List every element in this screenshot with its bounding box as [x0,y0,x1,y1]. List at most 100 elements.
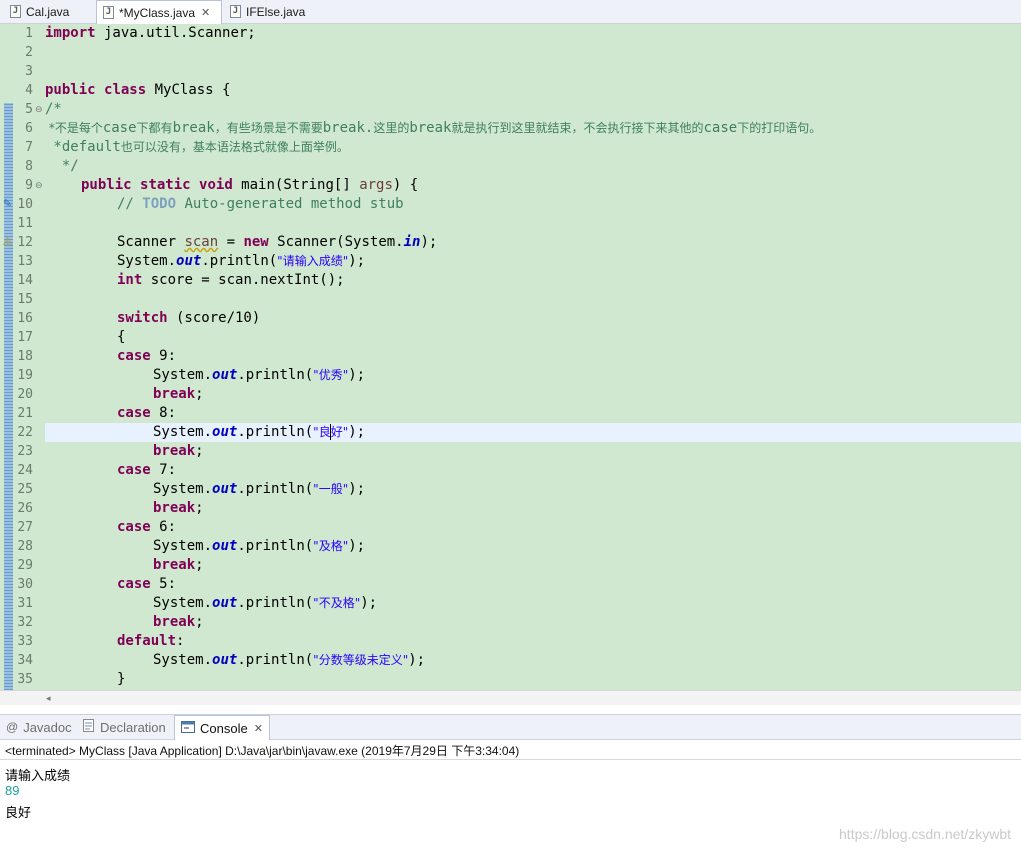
code-line: System.out.println("优秀"); [153,367,366,383]
code-editor[interactable]: ✎ ⚠ 1 2 3 4 5 6 7 8 9 10 11 12 13 14 15 … [0,24,1021,690]
horizontal-scrollbar[interactable]: ◂ [0,690,1021,705]
fold-range-bar [4,103,13,690]
java-file-icon: J [10,5,21,18]
line-number: 24 [17,463,33,478]
code-line: System.out.println("及格"); [153,538,366,554]
line-number: 34 [17,653,33,668]
java-file-icon: J [103,6,114,19]
code-line: } [117,671,126,687]
tab-declaration[interactable]: Declaration [82,715,166,739]
code-line: *不是每个case下都有break，有些场景是不需要break.这里的break… [45,120,822,136]
line-number: 23 [17,444,33,459]
code-line: break; [153,386,204,402]
console-icon [181,720,195,736]
console-divider [0,759,1021,760]
fold-toggle-icon[interactable]: ⊖ [35,100,43,119]
line-number: 19 [17,368,33,383]
tab-javadoc[interactable]: @ Javadoc [6,715,72,739]
line-number: 25 [17,482,33,497]
code-line: public static void main(String[] args) { [81,177,419,193]
line-number: 17 [17,330,33,345]
line-number: 11 [17,216,33,231]
tab-myclass-java[interactable]: J *MyClass.java ✕ [96,0,222,24]
line-number: 6 [25,121,33,136]
bottom-view-tabs: @ Javadoc Declaration Console ✕ [0,714,1021,740]
code-line: /* [45,101,62,117]
line-number: 4 [25,83,33,98]
line-number: 35 [17,672,33,687]
code-line: import java.util.Scanner; [45,25,256,41]
line-number: 7 [25,140,33,155]
line-number: 9 [25,178,33,193]
code-line: System.out.println("不及格"); [153,595,378,611]
code-line: { [117,329,126,345]
tab-label: IFElse.java [246,4,306,19]
line-number: 14 [17,273,33,288]
watermark: https://blog.csdn.net/zkywbt [839,826,1011,842]
close-icon[interactable]: ✕ [254,722,263,735]
line-number: 16 [17,311,33,326]
line-number-gutter: 1 2 3 4 5 6 7 8 9 10 11 12 13 14 15 16 1… [15,24,35,690]
line-number: 20 [17,387,33,402]
tab-ifelse-java[interactable]: J IFElse.java [224,0,324,23]
code-line: break; [153,500,204,516]
line-number: 27 [17,520,33,535]
warning-marker-icon[interactable]: ⚠ [1,236,14,249]
tab-console[interactable]: Console ✕ [174,715,270,740]
overview-ruler: ✎ ⚠ [0,24,15,690]
line-number: 10 [17,197,33,212]
fold-toggle-icon[interactable]: ⊖ [35,176,43,195]
code-line: Scanner scan = new Scanner(System.in); [117,234,438,250]
console-status-header: <terminated> MyClass [Java Application] … [5,744,520,758]
scroll-left-icon[interactable]: ◂ [46,691,51,705]
tab-cal-java[interactable]: J Cal.java [4,0,96,23]
line-number: 33 [17,634,33,649]
code-line: break; [153,557,204,573]
line-number: 1 [25,26,33,41]
task-marker-icon[interactable]: ✎ [1,198,14,211]
code-line: System.out.println("请输入成绩"); [117,253,366,269]
line-number: 29 [17,558,33,573]
line-number: 21 [17,406,33,421]
line-number: 28 [17,539,33,554]
tab-label: *MyClass.java [119,5,196,20]
code-line: default: [117,633,185,649]
code-line: case 5: [117,576,177,592]
line-number: 18 [17,349,33,364]
code-line: */ [45,158,79,174]
line-number: 12 [17,235,33,250]
declaration-icon [82,719,95,735]
line-number: 2 [25,45,33,60]
line-number: 26 [17,501,33,516]
line-number: 8 [25,159,33,174]
code-line: System.out.println("一般"); [153,481,366,497]
line-number: 15 [17,292,33,307]
code-line-current: System.out.println("良好"); [153,424,366,440]
code-line: System.out.println("分数等级未定义"); [153,652,426,668]
console-input-line: 89 [5,783,20,798]
line-number: 13 [17,254,33,269]
code-line: case 9: [117,348,177,364]
code-line: case 8: [117,405,177,421]
code-line: case 7: [117,462,177,478]
line-number: 32 [17,615,33,630]
code-line: *default也可以没有，基本语法格式就像上面举例。 [45,139,349,155]
code-line: public class MyClass { [45,82,231,98]
java-file-icon: J [230,5,241,18]
line-number: 5 [25,102,33,117]
code-line: switch (score/10) [117,310,261,326]
code-line: // TODO Auto-generated method stub [117,196,404,212]
code-line: case 6: [117,519,177,535]
at-icon: @ [6,720,19,734]
tab-label: Cal.java [26,4,70,19]
console-output-line: 良好 [5,805,32,820]
line-number: 31 [17,596,33,611]
close-icon[interactable]: ✕ [201,6,210,19]
console-output-line: 请输入成绩 [5,768,71,783]
line-number: 30 [17,577,33,592]
code-line: int score = scan.nextInt(); [117,272,345,288]
line-number: 22 [17,425,33,440]
editor-tab-bar: J Cal.java J *MyClass.java ✕ J IFElse.ja… [0,0,1021,24]
line-number: 3 [25,64,33,79]
code-line: break; [153,443,204,459]
